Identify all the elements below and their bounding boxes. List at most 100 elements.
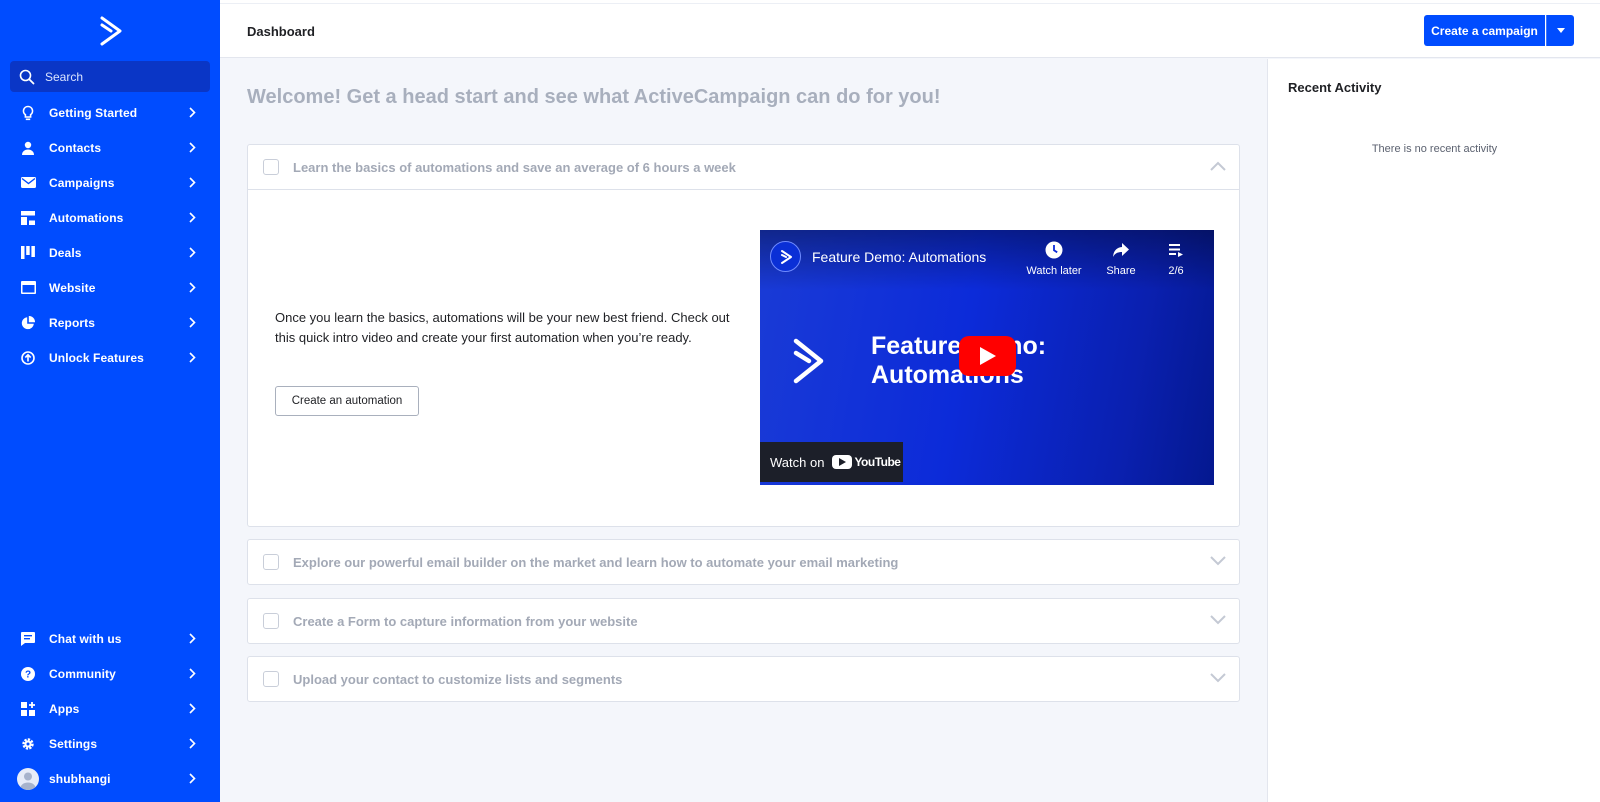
youtube-wordmark: YouTube — [854, 455, 901, 469]
play-icon — [979, 347, 996, 365]
playlist-position: 2/6 — [1168, 265, 1184, 277]
sidebar-bottom-nav: Chat with us ? Community Apps Settings s… — [0, 621, 220, 796]
youtube-play-icon — [832, 455, 853, 469]
caret-down-icon — [1556, 28, 1565, 33]
help-circle-icon: ? — [20, 666, 36, 682]
card-header[interactable]: Learn the basics of automations and save… — [248, 145, 1239, 189]
create-automation-button[interactable]: Create an automation — [275, 386, 419, 416]
sidebar-item-label: Campaigns — [49, 175, 115, 190]
video-player[interactable]: Feature Demo: Automations Watch later Sh… — [760, 230, 1214, 485]
pie-chart-icon — [20, 315, 36, 331]
apps-grid-icon — [20, 701, 36, 717]
watch-later-label: Watch later — [1026, 265, 1082, 277]
sidebar-main-nav: Getting Started Contacts Campaigns Autom… — [0, 95, 220, 375]
sidebar-item-label: Unlock Features — [49, 350, 144, 365]
chevron-right-icon — [189, 282, 196, 293]
gear-icon — [20, 736, 36, 752]
create-campaign-button[interactable]: Create a campaign — [1424, 15, 1545, 46]
watch-on-label: Watch on — [770, 454, 825, 470]
chevron-right-icon — [189, 177, 196, 188]
task-checkbox[interactable] — [263, 159, 279, 175]
sidebar-item-automations[interactable]: Automations — [0, 200, 220, 235]
clock-icon — [1045, 241, 1063, 259]
create-campaign-dropdown-button[interactable] — [1546, 15, 1574, 46]
playlist-button[interactable]: 2/6 — [1144, 241, 1208, 277]
task-checkbox[interactable] — [263, 671, 279, 687]
sidebar-item-label: Automations — [49, 210, 124, 225]
avatar-icon — [17, 767, 39, 790]
video-title[interactable]: Feature Demo: Automations — [812, 249, 986, 265]
automation-icon — [20, 210, 36, 226]
watch-on-youtube-button[interactable]: Watch on YouTube — [760, 442, 903, 482]
chevron-right-icon — [189, 668, 196, 679]
card-header[interactable]: Explore our powerful email builder on th… — [248, 540, 1239, 584]
page-header: Dashboard Create a campaign — [220, 4, 1600, 58]
recent-activity-empty: There is no recent activity — [1371, 143, 1498, 155]
sidebar-item-label: Community — [49, 666, 116, 681]
onboarding-card-email-builder[interactable]: Explore our powerful email builder on th… — [247, 539, 1240, 585]
task-checkbox[interactable] — [263, 554, 279, 570]
recent-activity-title: Recent Activity — [1288, 80, 1382, 95]
activecampaign-logo-icon[interactable] — [96, 16, 124, 46]
envelope-icon — [20, 175, 36, 191]
sidebar-item-unlock-features[interactable]: Unlock Features — [0, 340, 220, 375]
card-header[interactable]: Create a Form to capture information fro… — [248, 599, 1239, 643]
onboarding-card-upload-contacts[interactable]: Upload your contact to customize lists a… — [247, 656, 1240, 702]
sidebar-item-label: Getting Started — [49, 105, 138, 120]
chevron-right-icon — [189, 212, 196, 223]
sidebar-item-website[interactable]: Website — [0, 270, 220, 305]
sidebar-item-label: Contacts — [49, 140, 102, 155]
person-icon — [20, 140, 36, 156]
onboarding-card-form[interactable]: Create a Form to capture information fro… — [247, 598, 1240, 644]
card-title: Create a Form to capture information fro… — [293, 613, 638, 629]
chevron-right-icon — [189, 703, 196, 714]
sidebar-item-reports[interactable]: Reports — [0, 305, 220, 340]
sidebar-item-settings[interactable]: Settings — [0, 726, 220, 761]
search-icon — [19, 69, 35, 84]
sidebar-item-label: shubhangi — [49, 771, 111, 786]
onboarding-card-automations: Learn the basics of automations and save… — [247, 144, 1240, 527]
chevron-down-icon[interactable] — [1210, 673, 1226, 683]
activecampaign-chevron-icon — [793, 338, 824, 384]
card-header[interactable]: Upload your contact to customize lists a… — [248, 657, 1239, 701]
sidebar-item-deals[interactable]: Deals — [0, 235, 220, 270]
sidebar-item-getting-started[interactable]: Getting Started — [0, 95, 220, 130]
chevron-right-icon — [189, 247, 196, 258]
chat-icon — [20, 631, 36, 647]
card-title: Explore our powerful email builder on th… — [293, 554, 899, 570]
sidebar-item-community[interactable]: ? Community — [0, 656, 220, 691]
recent-activity-panel: Recent Activity There is no recent activ… — [1267, 59, 1600, 802]
chevron-right-icon — [189, 633, 196, 644]
deals-board-icon — [20, 245, 36, 261]
sidebar-item-label: Apps — [49, 701, 80, 716]
lightbulb-icon — [20, 105, 36, 121]
channel-logo-icon[interactable] — [770, 241, 801, 272]
chevron-up-icon[interactable] — [1210, 161, 1226, 171]
sidebar-item-label: Deals — [49, 245, 82, 260]
sidebar-item-profile[interactable]: shubhangi — [0, 761, 220, 796]
card-title: Learn the basics of automations and save… — [293, 159, 736, 175]
search-placeholder: Search — [45, 69, 84, 84]
search-input[interactable]: Search — [10, 61, 210, 92]
watch-later-button[interactable]: Watch later — [1022, 241, 1086, 277]
play-button[interactable] — [959, 336, 1016, 376]
sidebar-item-label: Reports — [49, 315, 96, 330]
sidebar-item-campaigns[interactable]: Campaigns — [0, 165, 220, 200]
sidebar-item-label: Website — [49, 280, 96, 295]
chevron-right-icon — [189, 107, 196, 118]
chevron-down-icon[interactable] — [1210, 615, 1226, 625]
chevron-down-icon[interactable] — [1210, 556, 1226, 566]
sidebar: Search Getting Started Contacts Campaign… — [0, 0, 220, 802]
sidebar-item-label: Settings — [49, 736, 98, 751]
sidebar-item-chat[interactable]: Chat with us — [0, 621, 220, 656]
chevron-right-icon — [189, 352, 196, 363]
sidebar-item-label: Chat with us — [49, 631, 122, 646]
card-description: Once you learn the basics, automations w… — [275, 310, 730, 345]
sidebar-item-apps[interactable]: Apps — [0, 691, 220, 726]
chevron-right-icon — [189, 773, 196, 784]
upgrade-arrow-icon — [20, 350, 36, 366]
browser-window-icon — [20, 280, 36, 296]
task-checkbox[interactable] — [263, 613, 279, 629]
page-title: Dashboard — [247, 24, 315, 39]
sidebar-item-contacts[interactable]: Contacts — [0, 130, 220, 165]
